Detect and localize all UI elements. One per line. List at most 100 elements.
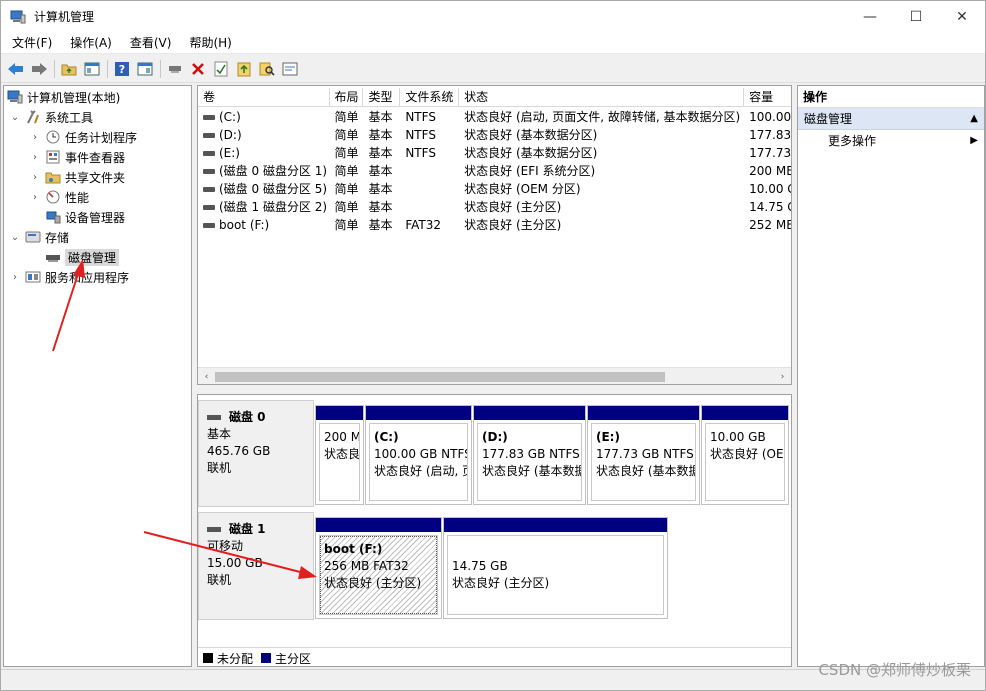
tree-item-shared-folders[interactable]: › 共享文件夹 xyxy=(29,167,125,187)
help-icon[interactable]: ? xyxy=(111,58,133,80)
expand-right-icon[interactable]: › xyxy=(29,152,41,163)
table-row[interactable]: (磁盘 0 磁盘分区 5) 简单基本 状态良好 (OEM 分区) 10.00 G xyxy=(198,180,791,198)
properties-pane-icon[interactable] xyxy=(134,58,156,80)
show-hide-tree-icon[interactable] xyxy=(81,58,103,80)
disk1-partition-2[interactable]: 14.75 GB 状态良好 (主分区) xyxy=(443,517,668,619)
column-status[interactable]: 状态 xyxy=(459,88,745,106)
cell-type: 基本 xyxy=(363,216,400,234)
tree-item-performance[interactable]: › 性能 xyxy=(29,187,89,207)
cell-volume: boot (F:) xyxy=(198,216,330,234)
toolbar: ? xyxy=(1,55,985,83)
maximize-button[interactable]: ☐ xyxy=(893,1,939,32)
column-capacity[interactable]: 容量 xyxy=(744,88,791,106)
expand-down-icon[interactable]: ⌄ xyxy=(9,112,21,123)
horizontal-scrollbar[interactable]: ‹ › xyxy=(198,367,791,384)
table-row[interactable]: (磁盘 1 磁盘分区 2) 简单基本 状态良好 (主分区) 14.75 G xyxy=(198,198,791,216)
computer-icon xyxy=(7,90,23,104)
table-row[interactable]: (C:) 简单 基本 NTFS 状态良好 (启动, 页面文件, 故障转储, 基本数据分区… xyxy=(198,108,791,126)
disk-icon xyxy=(207,527,221,532)
close-button[interactable]: ✕ xyxy=(939,1,985,32)
window-title: 计算机管理 xyxy=(34,10,95,24)
primary-partition-bar xyxy=(366,406,471,420)
expand-down-icon[interactable]: ⌄ xyxy=(9,232,21,243)
cell-filesystem xyxy=(400,162,459,180)
computer-management-window: 计算机管理 — ☐ ✕ 文件(F) 操作(A) 查看(V) 帮助(H) ? 计算… xyxy=(0,0,986,691)
cell-text: 简单 xyxy=(334,200,359,214)
table-row[interactable]: (磁盘 0 磁盘分区 1) 简单 基本 状态良好 (EFI 系统分区) 200 MB xyxy=(198,162,791,180)
disk1-label[interactable]: 磁盘 1 可移动 15.00 GB 联机 xyxy=(198,512,314,620)
tree-item-device-manager[interactable]: 设备管理器 xyxy=(45,207,125,227)
actions-group-label: 磁盘管理 xyxy=(804,112,853,126)
tree-item-services[interactable]: › 服务和应用程序 xyxy=(9,267,129,287)
menu-file[interactable]: 文件(F) xyxy=(5,32,59,54)
delete-icon[interactable] xyxy=(187,58,209,80)
scroll-right-icon[interactable]: › xyxy=(774,368,791,384)
disk0-partition-e[interactable]: (E:) 177.73 GB NTFS 状态良好 (基本数据 xyxy=(587,405,700,505)
partition-info: (C:) 100.00 GB NTFS 状态良好 (启动, 页 xyxy=(369,423,468,501)
collapse-up-icon[interactable]: ▲ xyxy=(970,108,978,130)
check-icon[interactable] xyxy=(210,58,232,80)
cell-layout: 简单 xyxy=(330,126,364,144)
disk0-name: 磁盘 0 xyxy=(229,410,266,424)
partition-status: 状态良好 (启动, 页 xyxy=(374,464,468,478)
disk0-partition-c[interactable]: (C:) 100.00 GB NTFS 状态良好 (启动, 页 xyxy=(365,405,472,505)
console-icon[interactable] xyxy=(279,58,301,80)
up-folder-icon[interactable] xyxy=(58,58,80,80)
cell-text: 简单 xyxy=(334,128,359,142)
table-row[interactable]: (E:) 简单 基本 NTFS 状态良好 (基本数据分区) 177.73 xyxy=(198,144,791,162)
cell-filesystem xyxy=(400,180,459,198)
tree-item-disk-management[interactable]: 磁盘管理 xyxy=(45,247,120,267)
tree-item-root[interactable]: 计算机管理(本地) xyxy=(7,87,120,107)
import-icon[interactable] xyxy=(233,58,255,80)
expand-right-icon[interactable]: › xyxy=(9,272,21,283)
cell-text: 状态良好 (启动, 页面文件, 故障转储, 基本数据分区) xyxy=(464,110,741,124)
cell-text: NTFS xyxy=(405,110,436,124)
tree-item-system-tools[interactable]: ⌄ 系统工具 xyxy=(9,107,93,127)
disk-layout-panel: 磁盘 0 基本 465.76 GB 联机 200 MB 状态良好 (C:) 10… xyxy=(197,394,792,667)
cell-capacity: 10.00 G xyxy=(744,180,791,198)
forward-icon[interactable] xyxy=(28,58,50,80)
tree-label: 服务和应用程序 xyxy=(45,270,130,285)
back-icon[interactable] xyxy=(5,58,27,80)
column-layout[interactable]: 布局 xyxy=(330,88,364,106)
disk0-label[interactable]: 磁盘 0 基本 465.76 GB 联机 xyxy=(198,400,314,507)
partition-status: 状态良好 (基本数据 xyxy=(482,464,582,478)
tree-item-task-scheduler[interactable]: › 任务计划程序 xyxy=(29,127,137,147)
connect-icon[interactable] xyxy=(164,58,186,80)
cell-layout: 简单 xyxy=(330,108,364,126)
disk0-partition-efi[interactable]: 200 MB 状态良好 xyxy=(315,405,364,505)
column-volume[interactable]: 卷 xyxy=(198,88,330,106)
disk1-partition-boot[interactable]: boot (F:) 256 MB FAT32 状态良好 (主分区) xyxy=(315,517,442,619)
column-filesystem[interactable]: 文件系统 xyxy=(400,88,460,106)
tree-label: 设备管理器 xyxy=(65,210,126,225)
menu-view[interactable]: 查看(V) xyxy=(123,32,179,54)
expand-right-icon[interactable]: › xyxy=(29,172,41,183)
actions-group-disk-management[interactable]: 磁盘管理 ▲ xyxy=(798,108,984,130)
more-actions-item[interactable]: 更多操作 ▶ xyxy=(798,130,984,152)
tree-item-storage[interactable]: ⌄ 存储 xyxy=(9,227,69,247)
cell-text: 基本 xyxy=(368,200,393,214)
scrollbar-thumb[interactable] xyxy=(215,372,665,382)
search-icon[interactable] xyxy=(256,58,278,80)
expand-right-icon[interactable]: › xyxy=(29,192,41,203)
cell-volume: (D:) xyxy=(198,126,330,144)
disk0-partition-d[interactable]: (D:) 177.83 GB NTFS 状态良好 (基本数据 xyxy=(473,405,586,505)
menu-action[interactable]: 操作(A) xyxy=(63,32,119,54)
table-row[interactable]: (D:) 简单 基本 NTFS 状态良好 (基本数据分区) 177.83 xyxy=(198,126,791,144)
cell-filesystem: FAT32 xyxy=(400,216,459,234)
table-row[interactable]: boot (F:) 简单 基本 FAT32 状态良好 (主分区) 252 MB xyxy=(198,216,791,234)
cell-status: 状态良好 (主分区) xyxy=(459,216,744,234)
tree-item-event-viewer[interactable]: › 事件查看器 xyxy=(29,147,125,167)
tree-label: 存储 xyxy=(45,230,70,245)
column-type[interactable]: 类型 xyxy=(363,88,401,106)
scroll-left-icon[interactable]: ‹ xyxy=(198,368,215,384)
expand-right-icon[interactable]: › xyxy=(29,132,41,143)
disk0-partition-oem[interactable]: 10.00 GB 状态良好 (OEM xyxy=(701,405,789,505)
minimize-button[interactable]: — xyxy=(847,1,893,32)
partition-size: 177.83 GB NTFS xyxy=(482,447,580,461)
title-bar: 计算机管理 — ☐ ✕ xyxy=(1,1,985,32)
menu-help[interactable]: 帮助(H) xyxy=(182,32,238,54)
primary-partition-bar xyxy=(316,406,363,420)
cell-volume: (E:) xyxy=(198,144,330,162)
cell-layout: 简单 xyxy=(330,180,364,198)
